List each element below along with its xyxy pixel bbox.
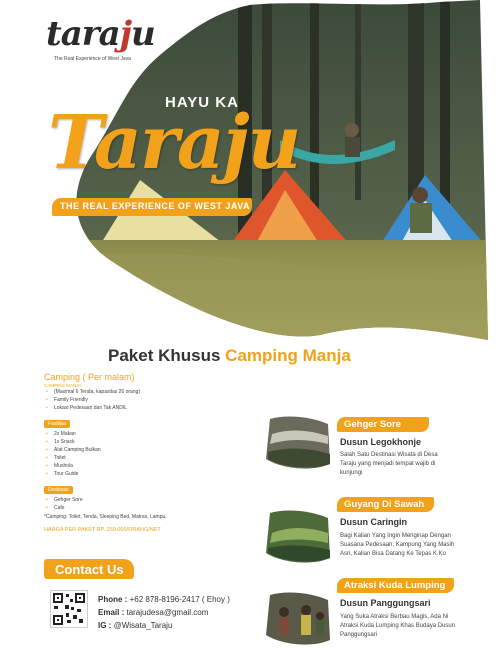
qr-code-icon[interactable] <box>50 590 88 628</box>
list-item: Cafe <box>44 504 254 512</box>
list-item: Alat Camping Bulkan <box>44 446 254 454</box>
page-title: Paket Khusus Camping Manja <box>108 346 351 365</box>
kuda-lumping-photo <box>266 592 330 645</box>
phone-line[interactable]: Phone : +62 878-8196-2417 ( Ehoy ) <box>98 593 230 606</box>
contact-details: Phone : +62 878-8196-2417 ( Ehoy ) Email… <box>98 593 230 632</box>
camping-header: Camping ( Per malam) <box>44 372 135 382</box>
spot-2-desc: Bagi Kalian Yang Ingin Menginap Dengan S… <box>340 533 455 557</box>
spot-1-dusun: Dusun Legokhonje <box>340 437 421 447</box>
fasilitas-tag: Fasilitas <box>44 420 71 428</box>
spot-1-desc: Salah Satu Destinasi Wisata di Desa Tara… <box>340 452 438 476</box>
hero-title: Taraju <box>48 100 301 186</box>
spot-2-title: Guyang Di Sawah <box>344 499 425 510</box>
spot-3-title: Atraksi Kuda Lumping <box>344 580 446 591</box>
guyang-di-sawah-photo <box>266 510 330 563</box>
list-item: Toilet <box>44 454 254 462</box>
list-item: Mushola <box>44 462 254 470</box>
package-details: Camping ( Per malam) CAMPING MANJA (Maxi… <box>44 372 254 533</box>
gehger-sore-photo <box>266 416 330 469</box>
spot-2-dusun: Dusun Caringin <box>340 517 407 527</box>
list-item: 1x Snack <box>44 438 254 446</box>
taraju-logo: taraju The Real Experience of West Java <box>46 14 156 74</box>
contact-title: Contact Us <box>55 562 124 577</box>
facility-note: *Camping: Toilet, Tenda, Sleeping Bed, M… <box>44 514 167 520</box>
destinasi-tag: Destinasi <box>44 486 73 494</box>
instagram-line[interactable]: IG : @Wisata_Taraju <box>98 619 230 632</box>
logo-subtitle: The Real Experience of West Java <box>54 56 131 62</box>
email-line[interactable]: Email : tarajudesa@gmail.com <box>98 606 230 619</box>
hero-tagline: THE REAL EXPERIENCE OF WEST JAVA <box>60 201 251 211</box>
spot-3-desc: Yang Suka Atraksi Berbau Magis, Ada Ni A… <box>340 614 456 638</box>
list-item: 2x Makan <box>44 430 254 438</box>
list-item: (Maximal 6 Tenda, kapasitas 20 orang) <box>44 388 254 396</box>
spot-3-dusun: Dusun Panggungsari <box>340 598 431 608</box>
logo-wordmark: taraju <box>46 14 156 54</box>
spot-1-title: Gehger Sore <box>344 419 402 430</box>
price-text: HARGA PER PAKET RP. 250.000/ORANG/NET <box>44 527 161 533</box>
list-item: Tour Guide <box>44 470 254 478</box>
list-item: Family Friendly <box>44 396 254 404</box>
list-item: Gehger Sore <box>44 496 254 504</box>
poster: taraju The Real Experience of West Java … <box>0 0 500 666</box>
list-item: Lokasi Pedesaan dan Tak ANDIL <box>44 404 254 412</box>
